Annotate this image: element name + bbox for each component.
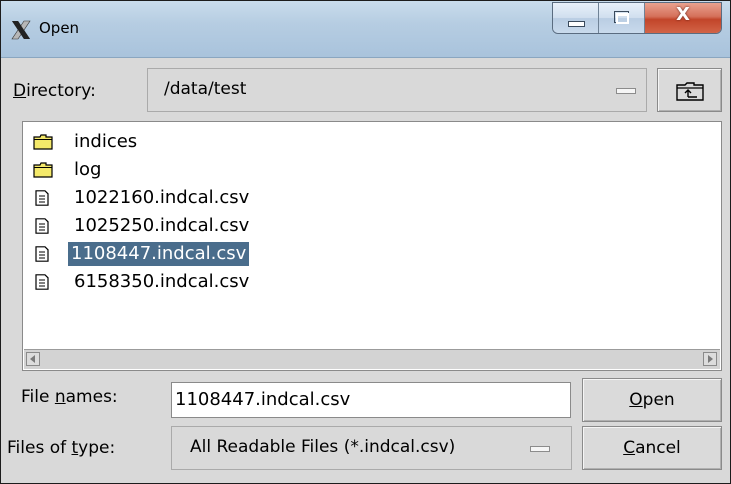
directory-combobox[interactable]: /data/test — [147, 68, 647, 112]
window-controls: X — [552, 2, 722, 34]
file-icon — [35, 246, 49, 262]
file-name: 1108447.indcal.csv — [68, 242, 250, 266]
folder-icon — [33, 134, 53, 150]
close-button[interactable]: X — [645, 3, 721, 33]
directory-label: Directory: — [13, 81, 96, 101]
file-name: 6158350.indcal.csv — [74, 271, 250, 292]
minimize-button[interactable] — [553, 3, 599, 33]
x11-icon — [11, 20, 31, 40]
close-icon: X — [676, 4, 690, 25]
window-title: Open — [39, 19, 80, 37]
file-type-value: All Readable Files (*.indcal.csv) — [190, 437, 456, 457]
file-icon — [35, 274, 49, 290]
directory-value: /data/test — [164, 79, 247, 99]
maximize-icon — [614, 11, 629, 24]
title-bar[interactable]: Open X — [1, 1, 730, 58]
file-names-label: File names: — [21, 387, 118, 407]
maximize-button[interactable] — [599, 3, 645, 33]
file-name-input[interactable]: 1108447.indcal.csv — [171, 382, 571, 418]
file-type-combobox[interactable]: All Readable Files (*.indcal.csv) — [171, 426, 572, 470]
file-icon — [35, 190, 49, 206]
scroll-left-arrow-icon[interactable] — [26, 352, 40, 366]
combo-arrow-icon — [616, 88, 636, 94]
open-button[interactable]: Open — [582, 378, 722, 422]
file-name: indices — [74, 131, 138, 152]
folder-up-icon — [676, 82, 704, 101]
file-type-label: Files of type: — [7, 438, 116, 458]
up-directory-button[interactable] — [657, 68, 722, 112]
file-list[interactable]: indices log 1022160.indcal.csv 1025250.i… — [22, 121, 722, 371]
combo-arrow-icon — [530, 446, 550, 452]
open-dialog: Open X Directory: /data/test indices log… — [0, 0, 731, 484]
file-icon — [35, 218, 49, 234]
minimize-icon — [568, 21, 585, 27]
file-name: 1022160.indcal.csv — [74, 187, 250, 208]
folder-icon — [33, 162, 53, 178]
scroll-right-arrow-icon[interactable] — [703, 352, 717, 366]
file-name: log — [74, 159, 102, 180]
cancel-button[interactable]: Cancel — [582, 426, 722, 470]
horizontal-scrollbar[interactable] — [24, 349, 720, 369]
file-name: 1025250.indcal.csv — [74, 215, 250, 236]
